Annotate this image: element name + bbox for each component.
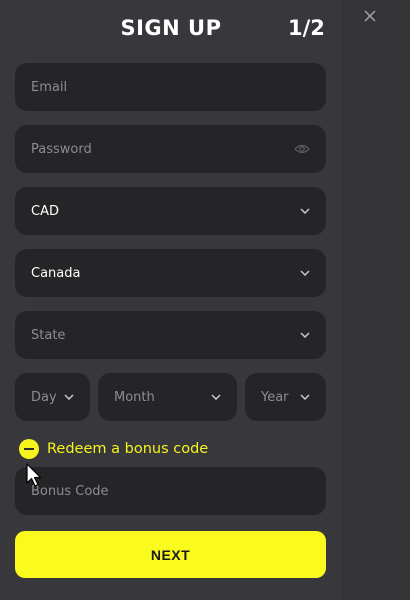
country-select[interactable]: Canada [15, 249, 326, 297]
currency-select[interactable]: CAD [15, 187, 326, 235]
next-button[interactable]: NEXT [15, 531, 326, 578]
redeem-bonus-label[interactable]: Redeem a bonus code [47, 441, 208, 457]
year-placeholder: Year [261, 389, 289, 405]
signup-panel: SIGN UP 1/2 Email Password CAD Canada St… [0, 0, 342, 600]
country-value: Canada [31, 265, 81, 281]
chevron-down-icon [300, 270, 310, 276]
chevron-down-icon [300, 394, 310, 400]
email-placeholder: Email [31, 79, 68, 95]
password-placeholder: Password [31, 141, 92, 157]
eye-icon[interactable] [294, 143, 310, 155]
close-icon[interactable] [360, 6, 380, 26]
mouse-cursor-icon [26, 463, 44, 493]
day-placeholder: Day [31, 389, 57, 405]
chevron-down-icon [300, 332, 310, 338]
chevron-down-icon [300, 208, 310, 214]
minus-circle-icon[interactable] [19, 439, 39, 459]
year-select[interactable]: Year [245, 373, 326, 421]
currency-value: CAD [31, 203, 59, 219]
state-select[interactable]: State [15, 311, 326, 359]
step-indicator: 1/2 [288, 16, 325, 40]
side-backdrop [342, 0, 410, 600]
day-select[interactable]: Day [15, 373, 90, 421]
redeem-bonus-toggle[interactable]: Redeem a bonus code [19, 438, 208, 460]
month-select[interactable]: Month [98, 373, 237, 421]
bonus-code-field[interactable]: Bonus Code [15, 467, 326, 515]
chevron-down-icon [64, 394, 74, 400]
month-placeholder: Month [114, 389, 155, 405]
chevron-down-icon [211, 394, 221, 400]
state-placeholder: State [31, 327, 66, 343]
email-field[interactable]: Email [15, 63, 326, 111]
password-field[interactable]: Password [15, 125, 326, 173]
